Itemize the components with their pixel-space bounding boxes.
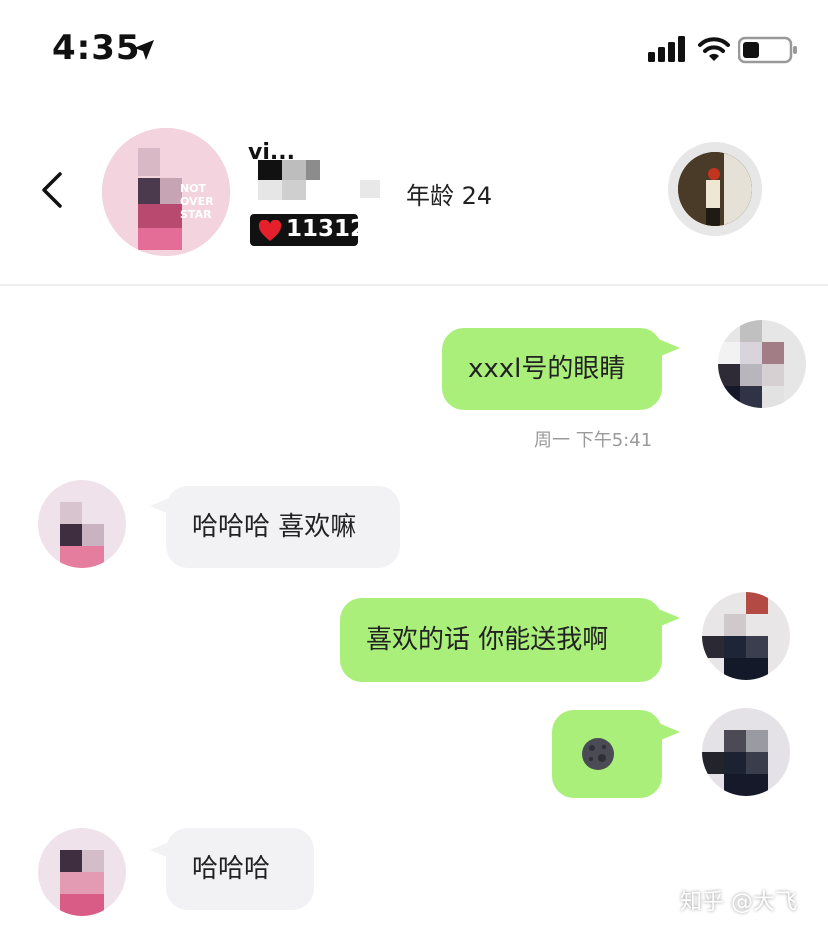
location-arrow-icon — [134, 40, 154, 60]
moon-icon — [582, 738, 614, 770]
bubble-tail — [656, 338, 680, 358]
heart-count: 11312 — [286, 216, 367, 242]
bubble-tail — [656, 608, 680, 628]
age-label: 年龄 24 — [406, 182, 493, 210]
contact-avatar-small[interactable] — [38, 828, 126, 916]
wifi-icon — [698, 37, 730, 61]
contact-avatar-small[interactable] — [38, 480, 126, 568]
music-avatar[interactable] — [668, 142, 762, 236]
message-text: xxxl号的眼睛 — [468, 354, 626, 384]
message-text: 哈哈哈 喜欢嘛 — [192, 512, 357, 542]
my-avatar[interactable] — [702, 708, 790, 796]
my-avatar[interactable] — [702, 592, 790, 680]
avatar-caption: NOT OVER STAR — [180, 182, 214, 221]
watermark: 知乎 @大飞 — [680, 890, 797, 915]
message-timestamp: 周一 下午5:41 — [534, 430, 653, 451]
back-chevron-icon[interactable] — [36, 170, 68, 210]
signal-icon — [648, 36, 685, 62]
message-bubble[interactable]: xxxl号的眼睛 — [442, 328, 662, 410]
message-bubble[interactable]: 哈哈哈 — [166, 828, 314, 910]
heart-count-badge: 11312 — [250, 214, 366, 246]
message-text: 喜欢的话 你能送我啊 — [366, 625, 609, 655]
battery-icon — [738, 36, 797, 64]
bubble-tail — [656, 722, 680, 742]
my-avatar[interactable] — [718, 320, 806, 408]
contact-name-area: vi... — [248, 140, 388, 200]
status-bar: 4:35 — [0, 0, 828, 100]
message-text: 哈哈哈 — [192, 854, 271, 884]
clock: 4:35 — [52, 28, 141, 68]
chat-header: NOT OVER STAR vi... 年龄 24 11312 — [0, 100, 828, 286]
message-bubble[interactable]: 哈哈哈 喜欢嘛 — [166, 486, 400, 568]
message-bubble[interactable]: 喜欢的话 你能送我啊 — [340, 598, 662, 682]
contact-avatar[interactable]: NOT OVER STAR — [102, 128, 230, 256]
heart-icon — [258, 220, 282, 241]
